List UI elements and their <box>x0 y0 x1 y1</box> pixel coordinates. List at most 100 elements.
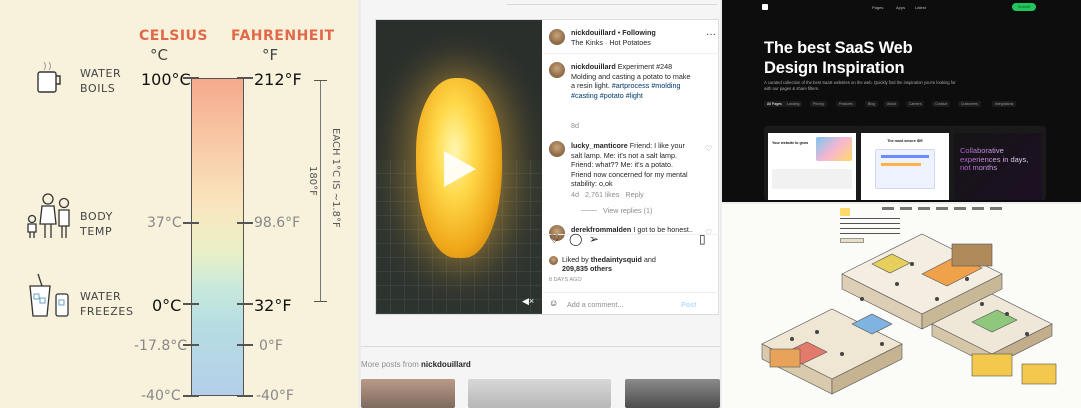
username-link[interactable]: nickdouillard <box>571 28 616 37</box>
filter-chip[interactable]: Customers <box>958 101 981 107</box>
span-bracket <box>320 80 321 302</box>
filter-chip[interactable]: All Pages <box>764 101 785 107</box>
nav-item[interactable]: Latest <box>915 5 926 10</box>
tick <box>183 303 199 305</box>
filter-chip[interactable]: Blog <box>865 101 879 107</box>
card-section <box>772 169 852 189</box>
mute-icon[interactable]: ◀× <box>522 296 534 307</box>
screenshot-collage: CELSIUS °C FAHRENHEIT °F WATER BOILS 100… <box>0 0 1081 408</box>
liked-by-line: Liked by thedaintysquid and 209,835 othe… <box>562 255 712 273</box>
caption: nickdouillard Experiment #248 Molding an… <box>571 62 695 100</box>
post-thumbnail[interactable] <box>361 379 455 408</box>
filter-chip[interactable]: Pricing <box>810 101 827 107</box>
post-sidebar: nickdouillard • Following The Kinks · Ho… <box>543 20 719 314</box>
post-button[interactable]: Post <box>681 300 697 309</box>
submit-button[interactable]: Submit <box>1012 3 1036 11</box>
site-screenshot: Your website to grow <box>768 133 856 200</box>
label-line: FREEZES <box>80 305 134 318</box>
filter-chip[interactable]: Landing <box>784 101 803 107</box>
top-divider <box>507 0 717 5</box>
isometric-illustration-panel <box>722 204 1081 408</box>
water-boils-label: WATER BOILS <box>80 66 121 96</box>
tick <box>237 77 253 79</box>
filter-chip[interactable]: Contact <box>932 101 951 107</box>
liked-by-and: and <box>643 255 656 264</box>
liked-by-user[interactable]: thedaintysquid <box>591 255 642 264</box>
isometric-office-illustration <box>761 233 1057 395</box>
comment-meta: 4d 2,761 likes Reply <box>571 190 644 199</box>
cta-button[interactable] <box>840 238 864 243</box>
more-options-icon[interactable]: ··· <box>706 29 716 40</box>
fahrenheit-value: 32°F <box>254 296 292 315</box>
hero-headline: The best SaaS Web Design Inspiration <box>764 38 913 78</box>
caption-username[interactable]: nickdouillard <box>571 62 616 71</box>
fahrenheit-header: FAHRENHEIT <box>231 28 335 44</box>
post-age: 8 DAYS AGO <box>549 277 582 283</box>
card-bar <box>881 163 921 166</box>
intro-text-block <box>840 218 900 234</box>
headline-line: Design Inspiration <box>764 59 905 77</box>
filter-chip[interactable]: Integrations <box>992 101 1017 107</box>
celsius-header: CELSIUS <box>139 28 209 44</box>
site-logo-icon[interactable] <box>762 4 768 10</box>
temperature-sketch-panel: CELSIUS °C FAHRENHEIT °F WATER BOILS 100… <box>0 0 358 408</box>
each-degree-note: EACH 1°C IS ~1.8°F <box>330 128 341 228</box>
site-card[interactable]: The most secure IDE <box>857 126 953 200</box>
site-logo-icon[interactable] <box>840 208 850 216</box>
post-author-line: nickdouillard • Following <box>571 28 656 37</box>
avatar[interactable] <box>549 256 558 265</box>
nav-item[interactable]: Apps <box>896 5 905 10</box>
audio-label[interactable]: The Kinks · Hot Potatoes <box>571 38 651 47</box>
card-headline: Collaborative experiences in days, not m… <box>960 146 1038 173</box>
reply-button[interactable]: Reply <box>625 190 643 199</box>
avatar[interactable] <box>549 141 565 157</box>
family-icon <box>27 193 70 238</box>
more-posts-user[interactable]: nickdouillard <box>421 360 471 369</box>
card-headline: The most secure IDE <box>887 139 923 143</box>
play-icon[interactable] <box>444 151 476 187</box>
celsius-value: -40°C <box>141 388 181 404</box>
label-line: BODY <box>80 210 113 223</box>
nav-item[interactable]: Pages <box>872 5 883 10</box>
comment: lucky_manticore Friend: I like your salt… <box>571 141 695 189</box>
avatar[interactable] <box>549 29 565 45</box>
label-line: WATER <box>80 290 122 303</box>
site-card[interactable]: Collaborative experiences in days, not m… <box>950 126 1046 200</box>
like-icon[interactable]: ♡ <box>549 232 560 246</box>
avatar[interactable] <box>549 62 565 78</box>
emoji-icon[interactable]: ☺ <box>549 298 558 308</box>
filter-chip[interactable]: About <box>884 101 900 107</box>
body-temp-label: BODY TEMP <box>80 209 113 239</box>
comment-likes[interactable]: 2,761 likes <box>585 190 619 199</box>
post-thumbnail[interactable] <box>468 379 611 408</box>
add-comment-input[interactable]: Add a comment... <box>567 300 623 309</box>
comment-age: 4d <box>571 190 579 199</box>
post-thumbnail[interactable] <box>625 379 720 408</box>
fahrenheit-value: -40°F <box>256 388 294 404</box>
share-icon[interactable]: ➢ <box>589 232 599 246</box>
label-line: WATER <box>80 67 122 80</box>
save-icon[interactable]: ▯ <box>699 232 706 246</box>
post-video[interactable]: ◀× <box>376 20 542 314</box>
tick <box>183 222 199 224</box>
post-card: ◀× nickdouillard • Following The Kinks ·… <box>375 19 719 315</box>
celsius-value: 0°C <box>152 296 182 315</box>
site-card[interactable]: Your website to grow <box>764 126 860 200</box>
card-headline: Your website to grow <box>772 141 809 145</box>
more-posts-heading: More posts from nickdouillard <box>361 360 471 369</box>
tick <box>237 303 253 305</box>
replies-line <box>581 210 597 211</box>
heart-icon[interactable]: ♡ <box>705 144 712 153</box>
view-replies-button[interactable]: View replies (1) <box>603 206 652 215</box>
filter-chip[interactable]: Careers <box>906 101 925 107</box>
filter-chip[interactable]: Features <box>836 101 856 107</box>
caption-age: 8d <box>571 121 579 130</box>
likes-total[interactable]: 209,835 others <box>562 264 612 273</box>
site-nav[interactable] <box>882 207 1002 210</box>
comment-icon[interactable]: ◯ <box>569 232 582 246</box>
action-bar: ♡ ◯ ➢ ▯ <box>549 232 713 246</box>
saas-website-panel: Pages Apps Latest Submit The best SaaS W… <box>722 0 1081 202</box>
comment-username[interactable]: lucky_manticore <box>571 141 628 150</box>
following-button[interactable]: Following <box>622 28 656 37</box>
divider <box>361 346 720 347</box>
